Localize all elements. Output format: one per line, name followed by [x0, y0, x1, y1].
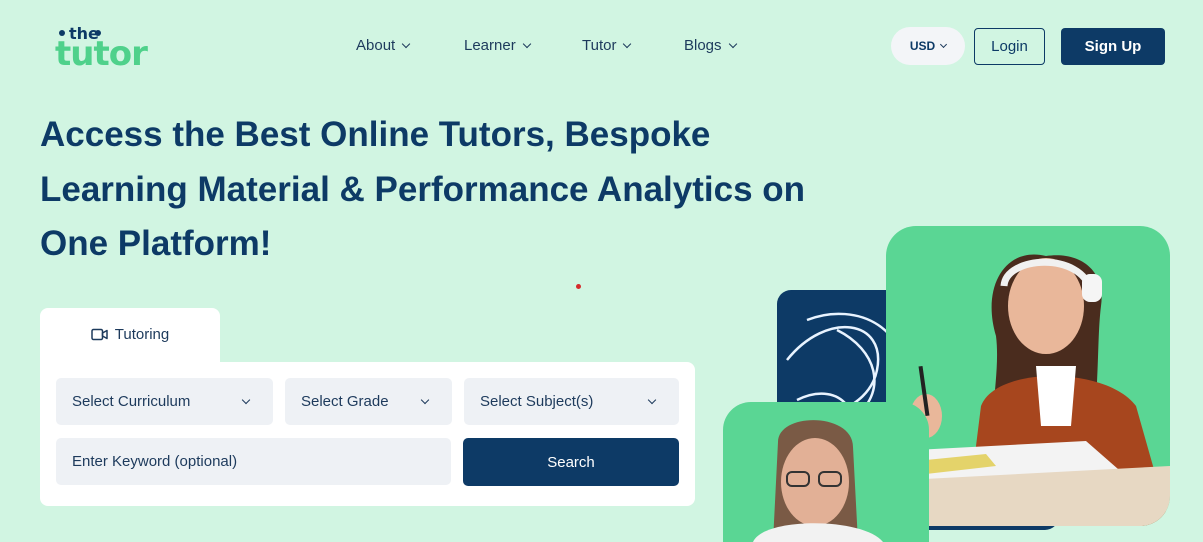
curriculum-select-label: Select Curriculum [72, 393, 191, 410]
nav-about-label: About [356, 37, 396, 54]
chevron-down-icon [420, 395, 430, 405]
chevron-down-icon [522, 39, 531, 49]
chevron-down-icon [647, 395, 657, 405]
nav-learner-label: Learner [464, 37, 516, 54]
nav-blogs[interactable]: Blogs [684, 37, 737, 54]
nav-tutor-label: Tutor [582, 37, 617, 54]
chevron-down-icon [401, 39, 411, 49]
logo-text-main: tutor [55, 34, 148, 74]
hero-headline: Access the Best Online Tutors, Bespoke L… [40, 108, 900, 272]
chevron-down-icon [623, 39, 632, 49]
subject-select-label: Select Subject(s) [480, 393, 594, 410]
video-camera-icon [91, 328, 108, 341]
hero-headline-line: Learning Material & Performance Analytic… [40, 169, 806, 209]
hero-headline-line: Access the Best Online Tutors, Bespoke [40, 115, 711, 154]
currency-selector[interactable]: USD [891, 27, 965, 65]
curriculum-select[interactable]: Select Curriculum [56, 378, 273, 425]
currency-label: USD [909, 39, 936, 53]
logo-dot [59, 30, 65, 36]
nav-tutor[interactable]: Tutor [582, 37, 632, 54]
decorative-dot [576, 284, 581, 289]
woman-with-glasses-image [753, 420, 883, 542]
login-button[interactable]: Login [974, 28, 1045, 65]
student-photo [723, 402, 929, 542]
subject-select[interactable]: Select Subject(s) [464, 378, 679, 425]
chevron-down-icon [241, 395, 251, 405]
chevron-down-icon [940, 40, 948, 49]
nav-learner[interactable]: Learner [464, 37, 531, 54]
tab-tutoring[interactable]: Tutoring [40, 308, 220, 370]
grade-select-label: Select Grade [301, 393, 389, 410]
brand-logo[interactable]: the tutor [55, 24, 165, 74]
search-button[interactable]: Search [463, 438, 679, 486]
nav-about[interactable]: About [356, 37, 411, 54]
logo-dot [95, 30, 101, 36]
chevron-down-icon [728, 39, 737, 49]
grade-select[interactable]: Select Grade [285, 378, 452, 425]
nav-blogs-label: Blogs [684, 37, 722, 54]
keyword-input[interactable] [56, 438, 451, 485]
hero-headline-line: One Platform! [40, 224, 272, 263]
signup-button[interactable]: Sign Up [1061, 28, 1165, 65]
